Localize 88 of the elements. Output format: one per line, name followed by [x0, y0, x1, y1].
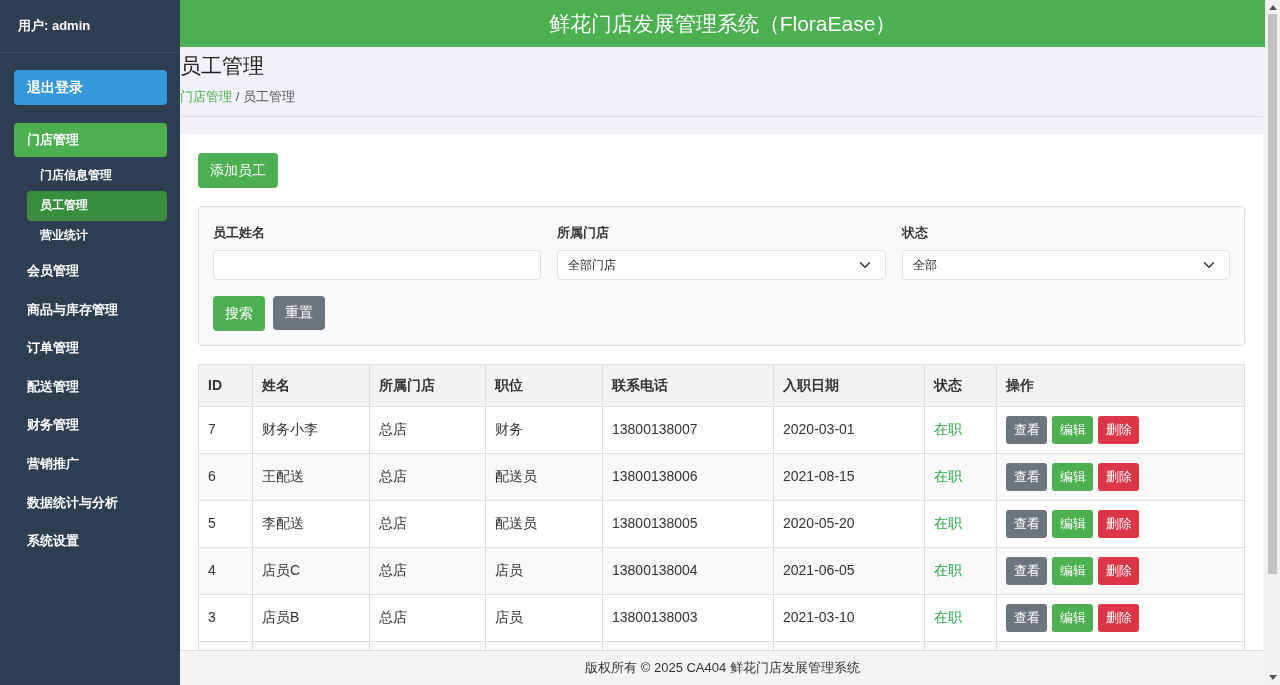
- field-label: 状态: [901, 224, 929, 242]
- edit-button[interactable]: 编辑: [1052, 603, 1093, 632]
- delete-button[interactable]: 删除: [1098, 462, 1139, 491]
- column-header: 姓名: [252, 364, 370, 406]
- sidebar-item[interactable]: 数据统计与分析: [14, 482, 167, 522]
- breadcrumb-separator: /: [235, 89, 240, 104]
- status-text: 在职: [924, 406, 997, 453]
- table-cell: 总店: [369, 406, 486, 453]
- sidebar-item[interactable]: 订单管理: [14, 328, 167, 367]
- delete-button[interactable]: 删除: [1098, 556, 1139, 585]
- table-cell: 配送员: [485, 453, 603, 500]
- table-cell: 配送员: [485, 500, 603, 547]
- table-cell: 总店: [369, 594, 486, 641]
- table-cell: 总店: [369, 547, 486, 594]
- table-cell: 7: [198, 406, 253, 453]
- table-cell: 13800138006: [602, 453, 774, 500]
- reset-button[interactable]: 重置: [273, 295, 325, 330]
- sidebar-item[interactable]: 会员管理: [14, 251, 167, 290]
- app-title-bar: 鲜花门店发展管理系统（FloraEase）: [180, 0, 1265, 47]
- logout-button[interactable]: 退出登录: [14, 70, 167, 105]
- column-header: 操作: [996, 364, 1245, 406]
- table-cell: 店员: [485, 594, 603, 641]
- sidebar-item[interactable]: 系统设置: [14, 521, 167, 560]
- table-cell: 财务小李: [252, 406, 370, 453]
- sidebar-item[interactable]: 商品与库存管理: [14, 289, 167, 329]
- table-cell: 2021-06-05: [773, 547, 925, 594]
- delete-button[interactable]: 删除: [1098, 603, 1139, 632]
- table-cell: 2021-03-10: [773, 594, 925, 641]
- sidebar-item[interactable]: 门店管理: [14, 123, 167, 157]
- delete-button[interactable]: 删除: [1098, 509, 1139, 538]
- edit-button[interactable]: 编辑: [1052, 462, 1093, 491]
- table-cell: 店员: [485, 547, 603, 594]
- table-cell: 2021-08-15: [773, 453, 925, 500]
- scrollbar[interactable]: [1265, 0, 1280, 685]
- column-header: 职位: [485, 364, 603, 406]
- input-field[interactable]: [213, 249, 542, 280]
- status-text: 在职: [924, 453, 997, 500]
- page-title: 员工管理: [180, 53, 265, 79]
- breadcrumb-current: 员工管理: [242, 89, 295, 104]
- field-label: 所属门店: [557, 224, 611, 242]
- edit-button[interactable]: 编辑: [1052, 415, 1093, 444]
- delete-button[interactable]: 删除: [1098, 415, 1139, 444]
- sidebar-item[interactable]: 营销推广: [14, 443, 167, 483]
- sidebar-item[interactable]: 财务管理: [14, 405, 167, 444]
- table-cell: 总店: [369, 453, 486, 500]
- table-cell: 3: [198, 594, 253, 641]
- table-cell: 13800138005: [602, 500, 774, 547]
- table-cell: 2020-05-20: [773, 500, 925, 547]
- sidebar-subitem[interactable]: 营业统计: [27, 221, 167, 251]
- table-cell: 店员C: [252, 547, 370, 594]
- view-button[interactable]: 查看: [1006, 603, 1047, 632]
- sidebar-subitem[interactable]: 员工管理: [27, 191, 167, 221]
- status-text: 在职: [924, 547, 997, 594]
- edit-button[interactable]: 编辑: [1052, 509, 1093, 538]
- table-cell: 4: [198, 547, 253, 594]
- table-cell: 6: [198, 453, 253, 500]
- status-text: 在职: [924, 500, 997, 547]
- field-label: 员工姓名: [213, 224, 266, 242]
- table-cell: 李配送: [252, 500, 370, 547]
- table-cell: 2020-03-01: [773, 406, 925, 453]
- sidebar-subitem[interactable]: 门店信息管理: [27, 161, 167, 191]
- breadcrumb-link[interactable]: 门店管理: [180, 89, 232, 104]
- column-header: 状态: [924, 364, 997, 406]
- table-cell: 财务: [485, 406, 603, 453]
- table-cell: 王配送: [252, 453, 370, 500]
- view-button[interactable]: 查看: [1006, 462, 1047, 491]
- table-cell: 5: [198, 500, 253, 547]
- column-header: 所属门店: [369, 364, 486, 406]
- table-cell: 13800138004: [602, 547, 774, 594]
- edit-button[interactable]: 编辑: [1052, 556, 1093, 585]
- scroll-down-icon[interactable]: [1268, 675, 1277, 680]
- status-text: 在职: [924, 594, 997, 641]
- dropdown[interactable]: 全部门店: [557, 249, 886, 280]
- add-employee-button[interactable]: 添加员工: [198, 153, 278, 188]
- table-cell: 总店: [369, 500, 486, 547]
- table-cell: 13800138003: [602, 594, 774, 641]
- view-button[interactable]: 查看: [1006, 509, 1047, 538]
- view-button[interactable]: 查看: [1006, 415, 1047, 444]
- search-button[interactable]: 搜索: [213, 295, 265, 331]
- column-header: 联系电话: [602, 364, 774, 406]
- footer-text: 版权所有 © 2025 CA404 鲜花门店发展管理系统: [180, 650, 1265, 685]
- dropdown[interactable]: 全部: [901, 249, 1230, 280]
- column-header: ID: [198, 364, 253, 406]
- sidebar-item[interactable]: 配送管理: [14, 366, 167, 406]
- table-cell: 店员B: [252, 594, 370, 641]
- column-header: 入职日期: [773, 364, 925, 406]
- view-button[interactable]: 查看: [1006, 556, 1047, 585]
- table-cell: 13800138007: [602, 406, 774, 453]
